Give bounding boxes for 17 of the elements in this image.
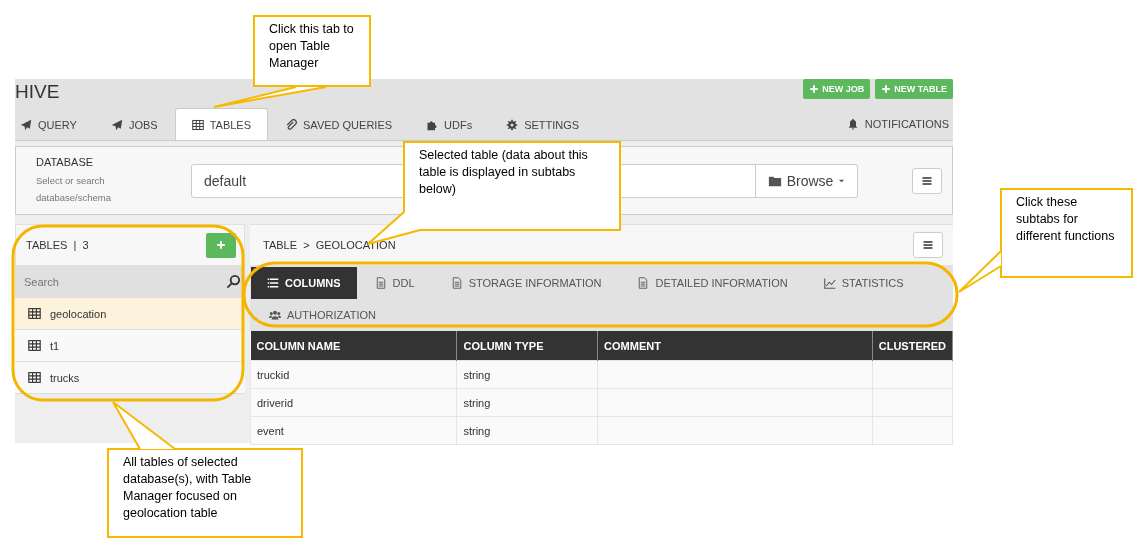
column-header: COMMENT <box>597 331 873 361</box>
table-cell: string <box>456 360 598 389</box>
column-header: COLUMN TYPE <box>456 331 598 361</box>
column-header: CLUSTERED <box>872 331 953 361</box>
table-cell: string <box>456 388 598 417</box>
breadcrumb: TABLE > GEOLOCATION <box>263 239 396 251</box>
tables-count: TABLES | 3 <box>26 239 89 251</box>
callout-tooltip: Click these subtabs for different functions <box>1000 188 1133 278</box>
callout-tooltip: Selected table (data about this table is displayed in subtabs below) <box>403 141 621 231</box>
database-hint: Select or search database/schema <box>36 173 112 205</box>
table-cell: truckid <box>250 360 457 389</box>
app-title: HIVE <box>15 80 60 104</box>
table-cell: driverid <box>250 388 457 417</box>
table-cell: string <box>456 416 598 445</box>
table-cell: event <box>250 416 457 445</box>
column-header: COLUMN NAME <box>250 331 457 361</box>
database-label: DATABASE <box>36 155 95 168</box>
